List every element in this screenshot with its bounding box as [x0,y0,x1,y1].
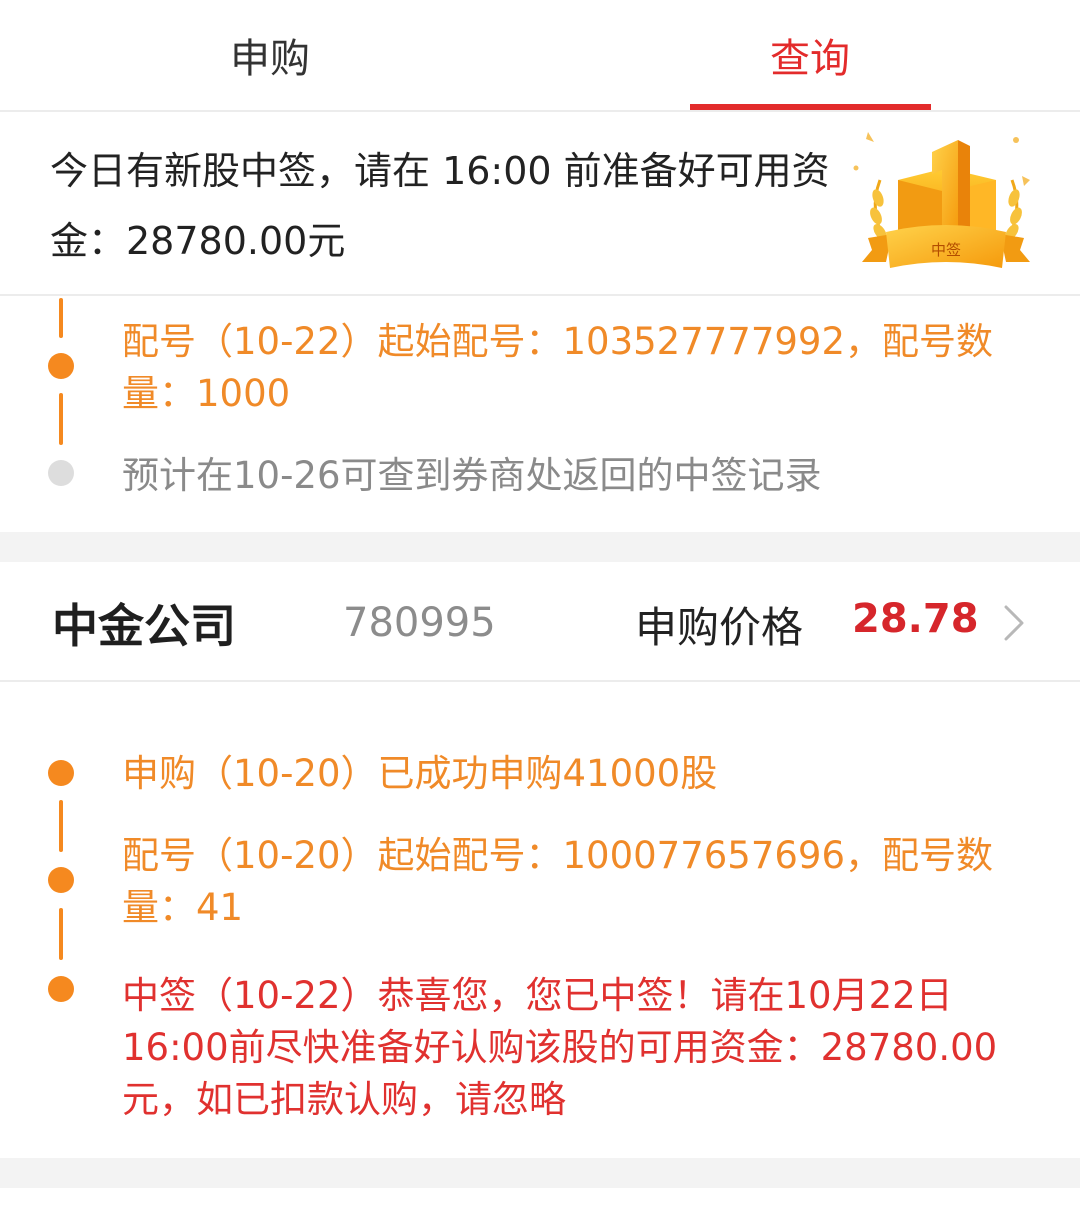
stock-row[interactable]: 中金公司 780995 申购价格 28.78 [0,562,1080,682]
timeline-item-expected: 预计在10-26可查到券商处返回的中签记录 [122,454,822,497]
timeline-connector [59,908,63,960]
badge-label: 中签 [931,241,961,259]
timeline-connector [59,298,63,338]
timeline-item-allocation: 配号（10-22）起始配号：103527777992，配号数量：1000 [122,320,993,415]
notice-text: 今日有新股中签，请在 16:00 前准备好可用资金：28780.00元 [50,149,830,263]
price-value: 28.78 [852,596,979,642]
section-divider [0,532,1080,562]
timeline-dot [48,867,74,893]
timeline-connector [59,393,63,445]
active-tab-indicator [690,104,931,110]
timeline-dot [48,760,74,786]
timeline-item-winning: 中签（10-22）恭喜您，您已中签！请在10月22日16:00前尽快准备好认购该… [122,974,998,1121]
tab-bar: 申购 查询 [0,0,1080,112]
stock-code: 780995 [343,600,496,646]
timeline-connector [59,800,63,852]
timeline-item-allocation: 配号（10-20）起始配号：100077657696，配号数量：41 [122,834,993,929]
price-label: 申购价格 [635,603,804,652]
section-divider [0,1158,1080,1188]
chevron-right-icon[interactable] [1003,604,1025,642]
tab-subscribe[interactable]: 申购 [0,0,540,110]
app: 申购 查询 今日有新股中签，请在 16:00 前准备好可用资金：28780.00… [0,0,1080,1220]
gold-trophy-1-icon: 中签 [853,132,1030,268]
timeline-dot-pending [48,460,74,486]
tab-query[interactable]: 查询 [540,0,1080,110]
timeline-dot [48,353,74,379]
timeline-item-subscribed: 申购（10-20）已成功申购41000股 [122,752,718,795]
stock-name: 中金公司 [52,599,236,653]
timeline-dot [48,976,74,1002]
